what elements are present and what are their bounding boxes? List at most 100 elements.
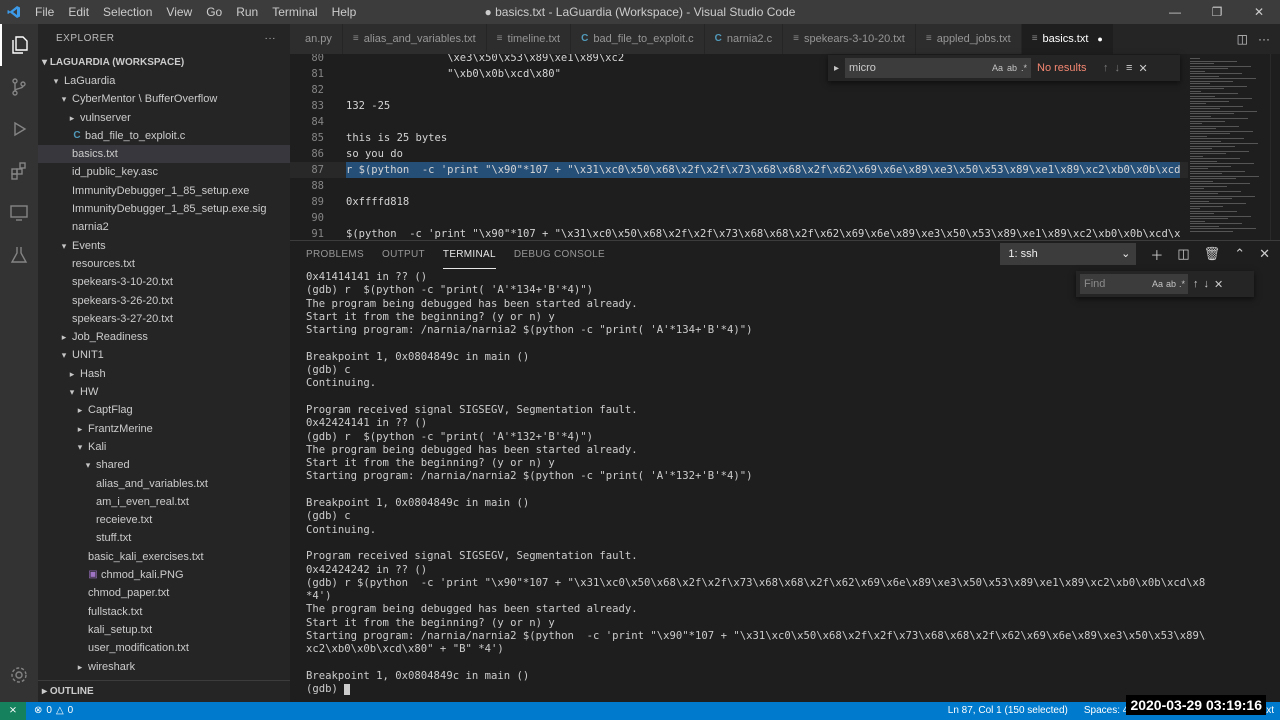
tree-file[interactable]: Cbad_file_to_exploit.c bbox=[38, 127, 290, 145]
tree-folder[interactable]: ▾ CyberMentor \ BufferOverflow bbox=[38, 90, 290, 108]
tree-file[interactable]: basics.txt bbox=[38, 145, 290, 164]
kill-terminal-trash-icon[interactable]: 🗑 bbox=[1204, 246, 1221, 262]
menu-file[interactable]: File bbox=[28, 0, 61, 24]
menu-terminal[interactable]: Terminal bbox=[265, 0, 324, 24]
tab-output[interactable]: OUTPUT bbox=[382, 241, 425, 269]
tree-file[interactable]: id_public_key.asc bbox=[38, 163, 290, 181]
tree-folder[interactable]: ▾ Events bbox=[38, 237, 290, 255]
use-regex-icon[interactable]: .* bbox=[1179, 274, 1185, 294]
next-match-icon[interactable]: ↓ bbox=[1204, 278, 1210, 290]
editor-tab[interactable]: ≡ spekears-3-10-20.txt bbox=[783, 24, 916, 54]
terminal-find-input[interactable]: Find Aa ab .* bbox=[1080, 274, 1188, 294]
menu-go[interactable]: Go bbox=[199, 0, 229, 24]
tree-folder[interactable]: ▾ UNIT1 bbox=[38, 346, 290, 364]
tree-folder[interactable]: ▾ LaGuardia bbox=[38, 72, 290, 90]
tree-folder[interactable]: ▸ Job_Readiness bbox=[38, 328, 290, 346]
unsaved-dot-icon[interactable]: ● bbox=[1097, 24, 1102, 54]
run-debug-icon[interactable] bbox=[0, 108, 38, 150]
menu-selection[interactable]: Selection bbox=[96, 0, 159, 24]
remote-explorer-icon[interactable] bbox=[0, 192, 38, 234]
tree-file[interactable]: receieve.txt bbox=[38, 511, 290, 529]
tree-file[interactable]: stuff.txt bbox=[38, 529, 290, 547]
editor-scrollbar[interactable] bbox=[1270, 54, 1280, 240]
tree-file[interactable]: narnia2 bbox=[38, 218, 290, 236]
tree-file[interactable]: resources.txt bbox=[38, 255, 290, 273]
more-actions-icon[interactable]: ··· bbox=[265, 24, 277, 54]
tree-file[interactable]: spekears-3-10-20.txt bbox=[38, 273, 290, 291]
menu-help[interactable]: Help bbox=[325, 0, 364, 24]
tree-file[interactable]: fullstack.txt bbox=[38, 603, 290, 621]
remote-indicator-icon[interactable]: ⨯ bbox=[0, 702, 26, 720]
tree-file[interactable]: am_i_even_real.txt bbox=[38, 493, 290, 511]
tree-file[interactable]: ▣ chmod_kali.PNG bbox=[38, 566, 290, 584]
find-input[interactable]: micro Aa ab .* bbox=[845, 58, 1032, 78]
tree-file[interactable]: basic_kali_exercises.txt bbox=[38, 548, 290, 566]
tab-debug-console[interactable]: DEBUG CONSOLE bbox=[514, 241, 605, 269]
tree-folder[interactable]: ▾ Kali bbox=[38, 438, 290, 456]
editor-tab[interactable]: ≡ alias_and_variables.txt bbox=[342, 24, 487, 54]
tree-folder[interactable]: ▸ FrantzMerine bbox=[38, 420, 290, 438]
tab-problems[interactable]: PROBLEMS bbox=[306, 241, 364, 269]
match-whole-word-icon[interactable]: ab bbox=[1166, 274, 1176, 294]
source-control-icon[interactable] bbox=[0, 66, 38, 108]
tree-folder[interactable]: ▸ Hash bbox=[38, 365, 290, 383]
problems-status[interactable]: ⊗ 0 △ 0 bbox=[26, 702, 73, 720]
outline-section[interactable]: ▸ OUTLINE bbox=[38, 680, 290, 702]
tree-file[interactable]: spekears-3-27-20.txt bbox=[38, 310, 290, 328]
previous-match-icon[interactable]: ↑ bbox=[1103, 62, 1109, 74]
tree-folder[interactable]: ▾ shared bbox=[38, 456, 290, 474]
editor-tab[interactable]: Cbad_file_to_exploit.c bbox=[571, 24, 705, 54]
minimap-line bbox=[1190, 63, 1214, 64]
indentation[interactable]: Spaces: 4 bbox=[1084, 702, 1128, 720]
match-case-icon[interactable]: Aa bbox=[1152, 274, 1163, 294]
split-terminal-icon[interactable]: ◫ bbox=[1177, 246, 1189, 262]
testing-flask-icon[interactable] bbox=[0, 234, 38, 276]
settings-gear-icon[interactable] bbox=[0, 654, 38, 696]
tree-folder[interactable]: ▾ HW bbox=[38, 383, 290, 401]
maximize-panel-chevron-up-icon[interactable]: ⌃ bbox=[1234, 246, 1245, 262]
explorer-icon[interactable] bbox=[0, 24, 38, 66]
tree-folder[interactable]: ▸ CaptFlag bbox=[38, 401, 290, 419]
match-case-icon[interactable]: Aa bbox=[992, 58, 1003, 78]
tree-file[interactable]: alias_and_variables.txt bbox=[38, 475, 290, 493]
tab-terminal[interactable]: TERMINAL bbox=[442, 241, 496, 269]
close-panel-icon[interactable]: ✕ bbox=[1259, 246, 1270, 262]
more-actions-icon[interactable]: ··· bbox=[1258, 32, 1270, 46]
cursor-position[interactable]: Ln 87, Col 1 (150 selected) bbox=[948, 702, 1068, 720]
tree-folder[interactable]: ▸ vulnserver bbox=[38, 109, 290, 127]
use-regex-icon[interactable]: .* bbox=[1021, 58, 1027, 78]
split-editor-icon[interactable]: ◫ bbox=[1237, 32, 1248, 46]
minimize-icon[interactable]: — bbox=[1154, 0, 1196, 24]
tree-file[interactable]: chmod_paper.txt bbox=[38, 584, 290, 602]
code-editor[interactable]: 80 \xe3\x50\x53\x89\xe1\x89\xc2 81 "\xb0\… bbox=[290, 54, 1280, 240]
tree-file[interactable]: spekears-3-26-20.txt bbox=[38, 292, 290, 310]
tree-file[interactable]: user_modification.txt bbox=[38, 639, 290, 657]
extensions-icon[interactable] bbox=[0, 150, 38, 192]
tree-file[interactable]: ImmunityDebugger_1_85_setup.exe.sig bbox=[38, 200, 290, 218]
editor-tab[interactable]: ≡ timeline.txt bbox=[486, 24, 572, 54]
tree-file[interactable]: ImmunityDebugger_1_85_setup.exe bbox=[38, 182, 290, 200]
editor-tab[interactable]: ≡ basics.txt ● bbox=[1021, 24, 1114, 54]
close-find-icon[interactable]: ✕ bbox=[1138, 62, 1147, 75]
restore-icon[interactable]: ❐ bbox=[1196, 0, 1238, 24]
previous-match-icon[interactable]: ↑ bbox=[1193, 278, 1199, 290]
editor-tab[interactable]: ≡ appled_jobs.txt bbox=[915, 24, 1022, 54]
new-terminal-plus-icon[interactable]: ＋ bbox=[1150, 245, 1163, 264]
toggle-replace-chevron-icon[interactable]: ▸ bbox=[834, 63, 839, 74]
editor-tab[interactable]: an.py bbox=[290, 24, 343, 54]
workspace-header[interactable]: ▾ LAGUARDIA (WORKSPACE) bbox=[38, 54, 290, 72]
terminal-output[interactable]: 0x41414141 in ?? () (gdb) r $(python -c "… bbox=[306, 271, 1206, 699]
menu-run[interactable]: Run bbox=[229, 0, 265, 24]
menu-view[interactable]: View bbox=[159, 0, 199, 24]
next-match-icon[interactable]: ↓ bbox=[1115, 62, 1121, 74]
minimap[interactable] bbox=[1188, 54, 1270, 240]
terminal-select[interactable]: 1: ssh ⌄ bbox=[1000, 243, 1137, 265]
tree-file[interactable]: kali_setup.txt bbox=[38, 621, 290, 639]
close-find-icon[interactable]: ✕ bbox=[1214, 278, 1223, 291]
find-in-selection-icon[interactable]: ≡ bbox=[1126, 62, 1132, 74]
close-window-icon[interactable]: ✕ bbox=[1238, 0, 1280, 24]
match-whole-word-icon[interactable]: ab bbox=[1007, 58, 1017, 78]
tree-folder[interactable]: ▸ wireshark bbox=[38, 658, 290, 676]
menu-edit[interactable]: Edit bbox=[61, 0, 96, 24]
editor-tab[interactable]: Cnarnia2.c bbox=[704, 24, 784, 54]
